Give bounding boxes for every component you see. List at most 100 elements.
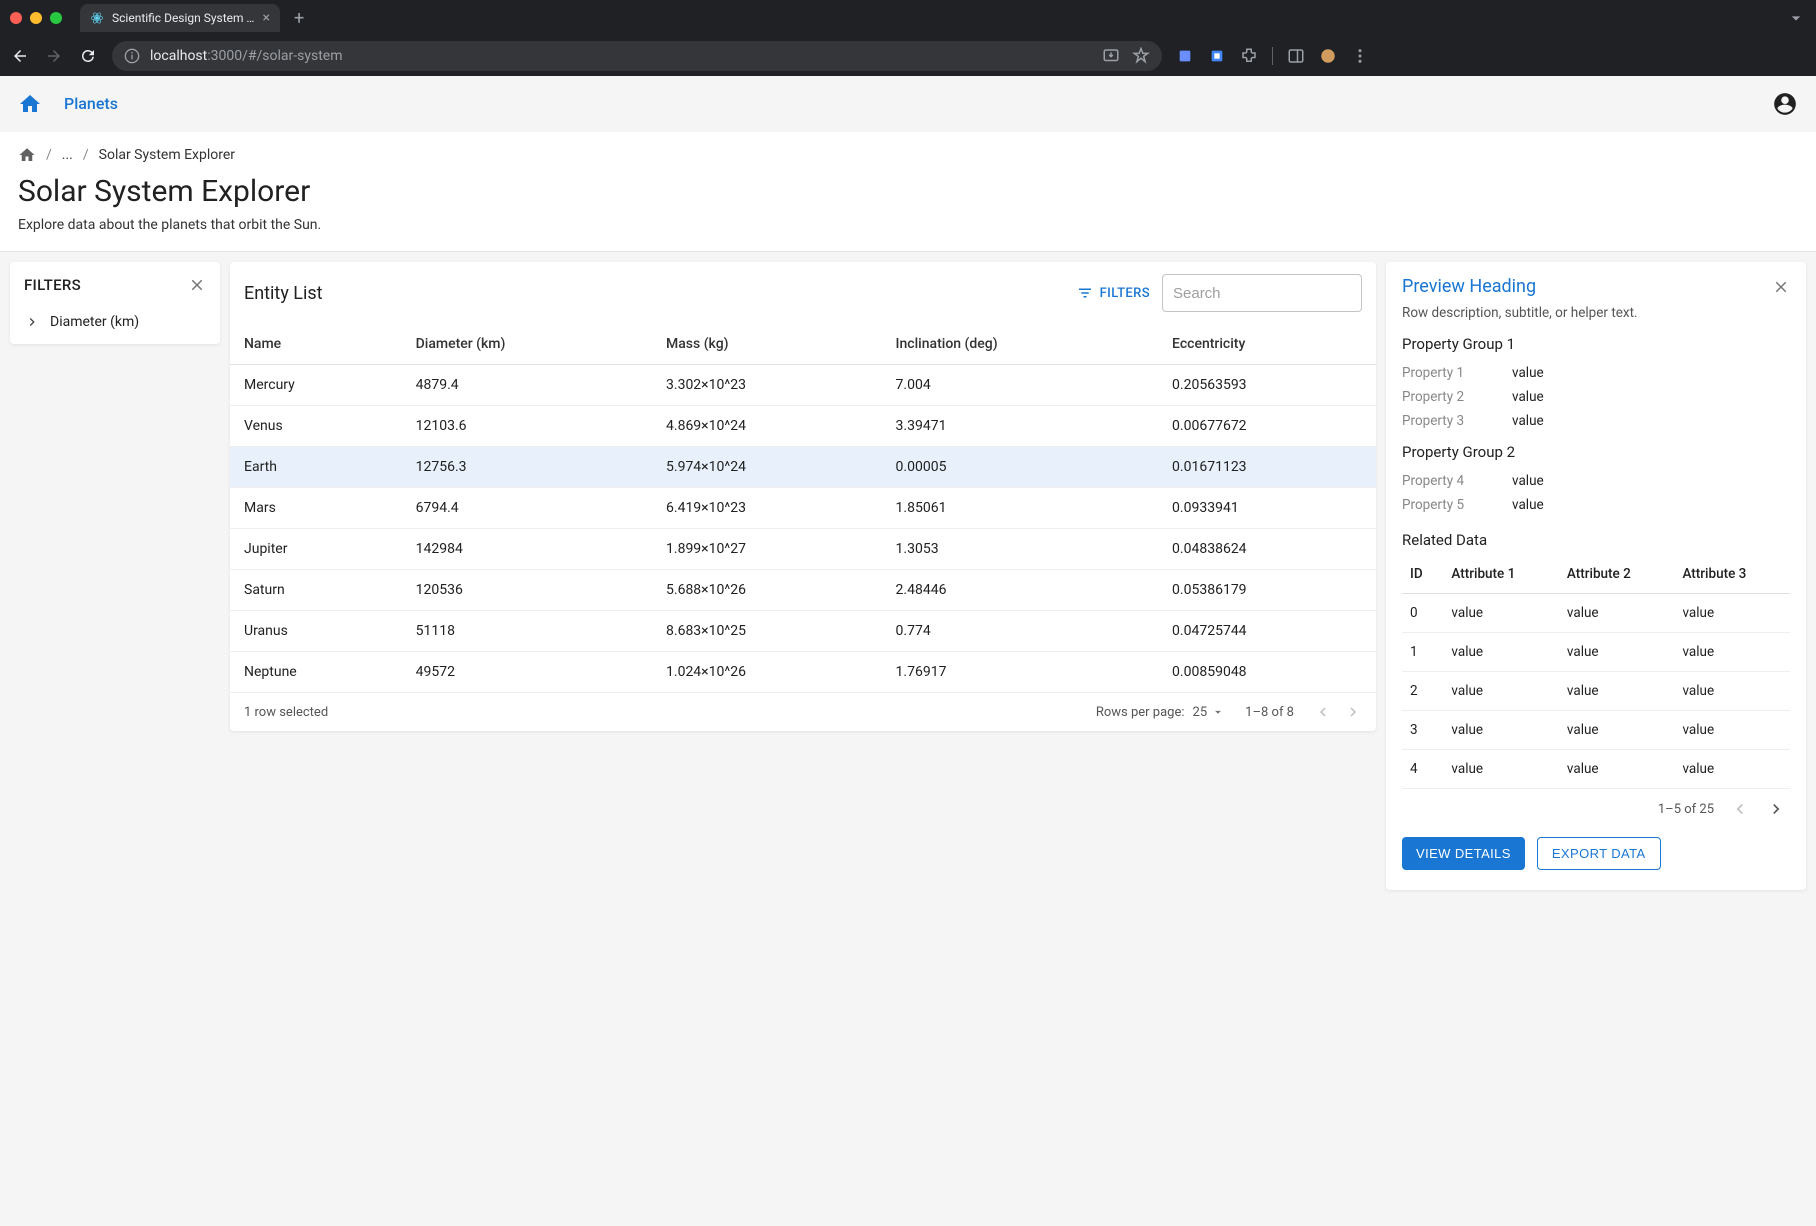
reload-button[interactable] (78, 46, 98, 66)
table-cell: 1.899×10^27 (652, 529, 882, 570)
column-header[interactable]: Attribute 1 (1443, 555, 1559, 594)
table-cell: value (1674, 711, 1790, 750)
table-cell: value (1443, 750, 1559, 789)
table-row[interactable]: Uranus511188.683×10^250.7740.04725744 (230, 611, 1376, 652)
next-page-button[interactable] (1344, 703, 1362, 721)
filters-title: FILTERS (24, 276, 81, 294)
table-cell: Earth (230, 447, 402, 488)
close-preview-icon[interactable] (1772, 278, 1790, 296)
column-header[interactable]: Name (230, 324, 402, 365)
search-input[interactable] (1162, 274, 1362, 312)
entity-table: NameDiameter (km)Mass (kg)Inclination (d… (230, 324, 1376, 693)
table-cell: Jupiter (230, 529, 402, 570)
window-minimize-button[interactable] (30, 12, 42, 24)
back-button[interactable] (10, 46, 30, 66)
property-value: value (1512, 413, 1544, 429)
extension-icon-1[interactable] (1176, 47, 1194, 65)
column-header[interactable]: Inclination (deg) (882, 324, 1159, 365)
table-cell: 142984 (402, 529, 652, 570)
nav-link-planets[interactable]: Planets (64, 94, 118, 113)
property-value: value (1512, 365, 1544, 381)
account-icon[interactable] (1772, 91, 1798, 117)
column-header[interactable]: ID (1402, 555, 1443, 594)
table-cell: 120536 (402, 570, 652, 611)
install-app-icon[interactable] (1102, 47, 1120, 65)
table-cell: Uranus (230, 611, 402, 652)
home-icon[interactable] (18, 92, 42, 116)
property-key: Property 1 (1402, 365, 1512, 381)
extension-icon-2[interactable] (1208, 47, 1226, 65)
export-data-button[interactable]: EXPORT DATA (1537, 837, 1661, 870)
bookmark-icon[interactable] (1132, 47, 1150, 65)
table-cell: 1.024×10^26 (652, 652, 882, 693)
table-cell: value (1559, 672, 1675, 711)
table-cell: value (1559, 750, 1675, 789)
table-row[interactable]: Mercury4879.43.302×10^237.0040.20563593 (230, 365, 1376, 406)
entity-list-panel: Entity List FILTERS NameDiameter (km)Mas… (230, 262, 1376, 731)
preview-heading: Preview Heading (1402, 276, 1536, 297)
address-bar[interactable]: localhost:3000/#/solar-system (112, 41, 1162, 71)
new-tab-button[interactable]: + (288, 8, 310, 29)
column-header[interactable]: Mass (kg) (652, 324, 882, 365)
table-row[interactable]: Saturn1205365.688×10^262.484460.05386179 (230, 570, 1376, 611)
table-row[interactable]: Earth12756.35.974×10^240.000050.01671123 (230, 447, 1376, 488)
column-header[interactable]: Attribute 3 (1674, 555, 1790, 594)
view-details-button[interactable]: VIEW DETAILS (1402, 837, 1525, 870)
table-cell: 12756.3 (402, 447, 652, 488)
table-cell: 0.00677672 (1158, 406, 1376, 447)
filter-item-label: Diameter (km) (50, 314, 139, 330)
table-row[interactable]: Mars6794.46.419×10^231.850610.0933941 (230, 488, 1376, 529)
column-header[interactable]: Diameter (km) (402, 324, 652, 365)
breadcrumbs: / ... / Solar System Explorer (18, 146, 1798, 164)
tab-close-icon[interactable]: × (263, 10, 270, 26)
table-row[interactable]: 4valuevaluevalue (1402, 750, 1790, 789)
browser-tab[interactable]: Scientific Design System Tem × (80, 4, 280, 32)
chrome-menu-icon[interactable] (1351, 47, 1369, 65)
close-filters-icon[interactable] (188, 276, 206, 294)
site-info-icon[interactable] (124, 48, 140, 64)
table-row[interactable]: 3valuevaluevalue (1402, 711, 1790, 750)
table-row[interactable]: Jupiter1429841.899×10^271.30530.04838624 (230, 529, 1376, 570)
related-next-button[interactable] (1766, 799, 1786, 819)
filter-icon (1076, 284, 1094, 302)
entity-filters-button[interactable]: FILTERS (1076, 284, 1150, 302)
table-row[interactable]: 0valuevaluevalue (1402, 594, 1790, 633)
extensions-menu-icon[interactable] (1240, 47, 1258, 65)
filter-item-diameter[interactable]: Diameter (km) (10, 304, 220, 344)
entity-table-footer: 1 row selected Rows per page: 25 1–8 of … (230, 693, 1376, 731)
breadcrumb-home-icon[interactable] (18, 146, 36, 164)
window-close-button[interactable] (10, 12, 22, 24)
side-panel-icon[interactable] (1287, 47, 1305, 65)
table-cell: value (1443, 711, 1559, 750)
related-prev-button[interactable] (1730, 799, 1750, 819)
forward-button[interactable] (44, 46, 64, 66)
window-maximize-button[interactable] (50, 12, 62, 24)
entity-filters-label: FILTERS (1100, 286, 1150, 301)
table-row[interactable]: 2valuevaluevalue (1402, 672, 1790, 711)
table-cell: 12103.6 (402, 406, 652, 447)
column-header[interactable]: Eccentricity (1158, 324, 1376, 365)
prev-page-button[interactable] (1314, 703, 1332, 721)
related-range: 1–5 of 25 (1658, 802, 1714, 817)
table-cell: 4 (1402, 750, 1443, 789)
table-row[interactable]: Venus12103.64.869×10^243.394710.00677672 (230, 406, 1376, 447)
table-cell: value (1674, 750, 1790, 789)
table-cell: 0.01671123 (1158, 447, 1376, 488)
property-value: value (1512, 389, 1544, 405)
extensions-row (1176, 47, 1375, 65)
page-subtitle: Explore data about the planets that orbi… (18, 217, 1798, 233)
table-row[interactable]: 1valuevaluevalue (1402, 633, 1790, 672)
property-row: Property 5value (1402, 493, 1790, 517)
table-cell: 3.39471 (882, 406, 1159, 447)
breadcrumb-ellipsis[interactable]: ... (62, 147, 73, 163)
table-row[interactable]: Neptune495721.024×10^261.769170.00859048 (230, 652, 1376, 693)
column-header[interactable]: Attribute 2 (1559, 555, 1675, 594)
table-cell: Mars (230, 488, 402, 529)
rows-per-page-select[interactable]: 25 (1193, 705, 1226, 720)
tab-overflow-button[interactable] (1786, 8, 1806, 28)
table-cell: 5.688×10^26 (652, 570, 882, 611)
pagination-range: 1–8 of 8 (1245, 705, 1294, 720)
table-cell: 0.774 (882, 611, 1159, 652)
table-cell: 0.20563593 (1158, 365, 1376, 406)
profile-avatar[interactable] (1319, 47, 1337, 65)
